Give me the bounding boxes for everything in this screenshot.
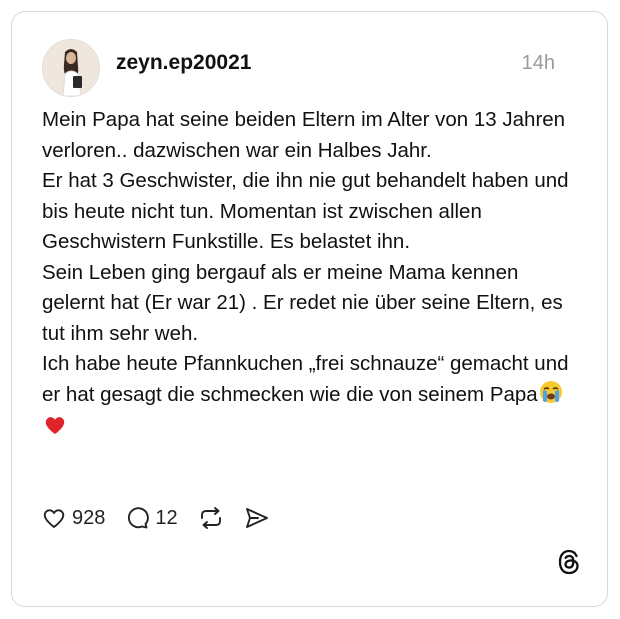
post-text-line: Ich habe heute Pfannkuchen „frei schnauz… xyxy=(42,349,582,447)
repost-button[interactable] xyxy=(198,506,224,530)
username[interactable]: zeyn.ep20021 xyxy=(116,51,251,75)
crying-face-emoji xyxy=(539,380,563,414)
heart-icon xyxy=(43,509,65,528)
post-body: Mein Papa hat seine beiden Eltern im Alt… xyxy=(42,105,582,447)
reply-button[interactable]: 12 xyxy=(125,506,178,530)
post-text-line: Mein Papa hat seine beiden Eltern im Alt… xyxy=(42,108,566,162)
like-button[interactable]: 928 xyxy=(42,507,105,530)
like-count: 928 xyxy=(72,506,106,529)
post-card: zeyn.ep20021 14h Mein Papa hat seine bei… xyxy=(11,11,608,607)
post-text-line-text: Ich habe heute Pfannkuchen „frei schnauz… xyxy=(42,352,569,406)
post-text-line: Sein Leben ging bergauf als er meine Mam… xyxy=(42,260,563,345)
avatar-image xyxy=(43,40,99,96)
share-button[interactable] xyxy=(244,506,270,530)
reply-count: 12 xyxy=(155,506,178,529)
share-icon xyxy=(245,508,268,528)
post-time: 14h xyxy=(521,52,555,74)
avatar[interactable] xyxy=(42,39,100,97)
threads-logo-icon xyxy=(557,549,581,580)
red-heart-emoji xyxy=(43,413,67,447)
repost-icon xyxy=(200,507,221,529)
comment-icon xyxy=(128,507,150,529)
action-bar: 928 12 xyxy=(42,506,290,530)
post-text-line: Er hat 3 Geschwister, die ihn nie gut be… xyxy=(42,169,569,253)
